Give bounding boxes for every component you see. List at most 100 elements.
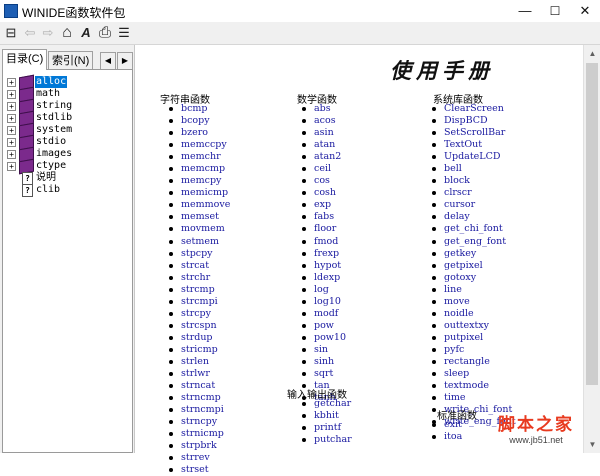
function-link[interactable]: itoa	[428, 431, 462, 443]
function-link[interactable]: strpbrk	[165, 440, 230, 452]
expand-icon[interactable]: +	[7, 78, 16, 87]
function-link[interactable]: memmove	[165, 199, 230, 211]
function-link[interactable]: strncmp	[165, 392, 230, 404]
function-link[interactable]: line	[428, 284, 516, 296]
function-link[interactable]: floor	[298, 223, 346, 235]
scroll-thumb[interactable]	[586, 63, 598, 385]
function-link[interactable]: atan2	[298, 151, 346, 163]
function-link[interactable]: bzero	[165, 127, 230, 139]
home-icon[interactable]: ⌂	[59, 25, 75, 41]
function-link[interactable]: TextOut	[428, 139, 516, 151]
function-link[interactable]: sin	[298, 344, 346, 356]
function-link[interactable]: strcpy	[165, 308, 230, 320]
function-link[interactable]: textmode	[428, 380, 516, 392]
function-link[interactable]: strdup	[165, 332, 230, 344]
expand-icon[interactable]: +	[7, 162, 16, 171]
function-link[interactable]: noidle	[428, 308, 516, 320]
function-link[interactable]: outtextxy	[428, 320, 516, 332]
function-link[interactable]: DispBCD	[428, 115, 516, 127]
function-link[interactable]: strchr	[165, 272, 230, 284]
tab-contents[interactable]: 目录(C)	[2, 49, 48, 70]
function-link[interactable]: strnicmp	[165, 428, 230, 440]
function-link[interactable]: exit	[428, 419, 462, 431]
vertical-scrollbar[interactable]: ▲ ▼	[583, 45, 600, 453]
function-link[interactable]: hypot	[298, 260, 346, 272]
function-link[interactable]: strcat	[165, 260, 230, 272]
function-link[interactable]: ClearScreen	[428, 103, 516, 115]
tab-scroll-left-icon[interactable]: ◀	[100, 52, 116, 70]
function-link[interactable]: stpcpy	[165, 248, 230, 260]
function-link[interactable]: memcpy	[165, 175, 230, 187]
function-link[interactable]: rectangle	[428, 356, 516, 368]
function-link[interactable]: getpixel	[428, 260, 516, 272]
function-link[interactable]: bcopy	[165, 115, 230, 127]
function-link[interactable]: move	[428, 296, 516, 308]
function-link[interactable]: strset	[165, 464, 230, 476]
function-link[interactable]: cos	[298, 175, 346, 187]
function-link[interactable]: strcmp	[165, 284, 230, 296]
forward-icon[interactable]: ⇨	[40, 25, 56, 41]
expand-icon[interactable]: +	[7, 102, 16, 111]
function-link[interactable]: memccpy	[165, 139, 230, 151]
function-link[interactable]: bell	[428, 163, 516, 175]
close-button[interactable]: ✕	[570, 0, 600, 22]
function-link[interactable]: ceil	[298, 163, 346, 175]
function-link[interactable]: memset	[165, 211, 230, 223]
function-link[interactable]: pow	[298, 320, 346, 332]
function-link[interactable]: asin	[298, 127, 346, 139]
function-link[interactable]: stricmp	[165, 344, 230, 356]
hide-pane-icon[interactable]: ⊟	[3, 25, 19, 41]
function-link[interactable]: abs	[298, 103, 346, 115]
function-link[interactable]: get_chi_font	[428, 223, 516, 235]
function-link[interactable]: get_eng_font	[428, 236, 516, 248]
function-link[interactable]: pyfc	[428, 344, 516, 356]
function-link[interactable]: strncmpi	[165, 404, 230, 416]
function-link[interactable]: strrev	[165, 452, 230, 464]
function-link[interactable]: log10	[298, 296, 346, 308]
minimize-button[interactable]: —	[510, 0, 540, 22]
expand-icon[interactable]: +	[7, 138, 16, 147]
scroll-down-icon[interactable]: ▼	[584, 436, 600, 453]
function-link[interactable]: exp	[298, 199, 346, 211]
function-link[interactable]: atan	[298, 139, 346, 151]
scroll-up-icon[interactable]: ▲	[584, 45, 600, 62]
expand-icon[interactable]: +	[7, 114, 16, 123]
function-link[interactable]: getchar	[298, 398, 352, 410]
function-link[interactable]: putchar	[298, 434, 352, 446]
function-link[interactable]: memchr	[165, 151, 230, 163]
function-link[interactable]: fabs	[298, 211, 346, 223]
function-link[interactable]: fmod	[298, 236, 346, 248]
function-link[interactable]: setmem	[165, 236, 230, 248]
function-link[interactable]: SetScrollBar	[428, 127, 516, 139]
function-link[interactable]: memcmp	[165, 163, 230, 175]
function-link[interactable]: strncat	[165, 380, 230, 392]
function-link[interactable]: memicmp	[165, 187, 230, 199]
function-link[interactable]: cosh	[298, 187, 346, 199]
function-link[interactable]: sleep	[428, 368, 516, 380]
function-link[interactable]: frexp	[298, 248, 346, 260]
function-link[interactable]: clrscr	[428, 187, 516, 199]
function-link[interactable]: putpixel	[428, 332, 516, 344]
function-link[interactable]: delay	[428, 211, 516, 223]
expand-icon[interactable]: +	[7, 90, 16, 99]
expand-icon[interactable]: +	[7, 150, 16, 159]
function-link[interactable]: acos	[298, 115, 346, 127]
function-link[interactable]: sinh	[298, 356, 346, 368]
function-link[interactable]: getkey	[428, 248, 516, 260]
function-link[interactable]: strcmpi	[165, 296, 230, 308]
function-link[interactable]: log	[298, 284, 346, 296]
function-link[interactable]: ldexp	[298, 272, 346, 284]
back-icon[interactable]: ⇦	[22, 25, 38, 41]
function-link[interactable]: movmem	[165, 223, 230, 235]
options-icon[interactable]: ☰	[116, 25, 132, 41]
function-link[interactable]: UpdateLCD	[428, 151, 516, 163]
expand-icon[interactable]: +	[7, 126, 16, 135]
function-link[interactable]: modf	[298, 308, 346, 320]
function-link[interactable]: pow10	[298, 332, 346, 344]
function-link[interactable]: bcmp	[165, 103, 230, 115]
function-link[interactable]: strlen	[165, 356, 230, 368]
print-icon[interactable]: ⎙	[97, 25, 113, 41]
function-link[interactable]: strcspn	[165, 320, 230, 332]
function-link[interactable]: cursor	[428, 199, 516, 211]
function-link[interactable]: kbhit	[298, 410, 352, 422]
